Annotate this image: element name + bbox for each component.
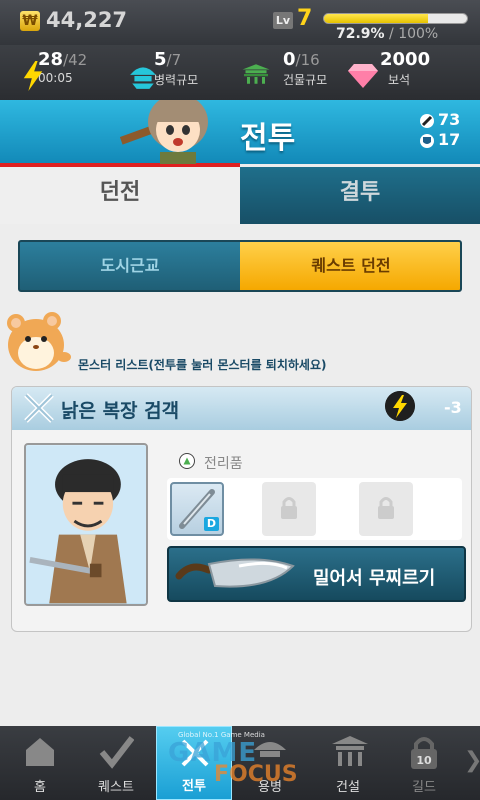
gems-value: 2000	[380, 49, 431, 70]
lock-icon	[281, 497, 297, 519]
attack-value: 73	[438, 110, 461, 129]
page-title: 전투	[240, 121, 296, 156]
tab-duel[interactable]: 결투	[240, 167, 480, 224]
resource-bar: 28/42 00:05 5/7 병력규모 0/16 건물규모 2000 보석	[0, 45, 480, 100]
attack-label: 밀어서 무찌르기	[313, 568, 436, 589]
loot-slot-dagger[interactable]: D	[170, 482, 224, 536]
lightning-icon	[23, 61, 43, 91]
xp-total: / 100%	[384, 26, 439, 42]
watermark-focus: FOCUS	[214, 762, 298, 787]
loot-label: 전리품	[204, 456, 243, 472]
loot-slot-locked	[359, 482, 413, 536]
monster-card-header: 낡은 복장 검객 -3	[12, 387, 471, 430]
nav-guild-label: 길드	[412, 780, 436, 795]
xp-percent: 72.9%	[336, 26, 385, 42]
troops-stat[interactable]: 5/7 병력규모	[130, 49, 199, 89]
xp-progress-bar	[323, 13, 468, 24]
nav-quest-label: 퀘스트	[98, 780, 134, 795]
battle-tabs: 던전 결투	[0, 167, 480, 224]
gems-label: 보석	[388, 73, 411, 87]
buildings-label: 건물규모	[283, 73, 328, 87]
troops-max: /7	[166, 51, 182, 69]
gold-icon: ₩	[20, 11, 40, 31]
troops-icon	[130, 67, 156, 89]
troops-label: 병력규모	[154, 73, 199, 87]
loot-slots: D	[167, 478, 462, 540]
swipe-attack-button[interactable]: 밀어서 무찌르기	[167, 546, 466, 602]
gems-stat[interactable]: 2000 보석	[348, 49, 431, 88]
stamina-max: /42	[63, 51, 88, 69]
level-label: Lv	[273, 12, 293, 29]
monster-portrait	[24, 443, 148, 606]
segment-city-outskirts[interactable]: 도시근교	[20, 242, 240, 290]
checkmark-icon	[99, 736, 134, 769]
player-avatar	[120, 100, 208, 164]
gold-amount: 44,227	[46, 8, 128, 32]
energy-cost-icon	[385, 391, 415, 421]
defense-stat: 17	[420, 130, 460, 149]
loot-icon	[179, 453, 195, 469]
shield-icon	[420, 133, 434, 148]
attack-stat: 73	[420, 110, 460, 129]
gem-icon	[348, 64, 378, 88]
xp-progress-fill	[324, 14, 429, 23]
level-value: 7	[297, 6, 313, 31]
building-icon	[332, 736, 368, 766]
xp-text: 72.9% / 100%	[336, 26, 438, 42]
nav-build[interactable]: 건설	[310, 726, 386, 800]
nav-guild: 10 길드	[386, 726, 462, 800]
top-status-bar: ₩ 44,227 Lv 7 72.9% / 100%	[0, 0, 480, 45]
building-icon	[242, 64, 270, 84]
crossed-swords-icon	[24, 393, 54, 423]
scimitar-icon	[175, 558, 295, 588]
guild-level-badge: 10	[416, 754, 432, 767]
nav-more-chevron-icon[interactable]: ❯	[464, 748, 480, 773]
nav-home[interactable]: 홈	[2, 726, 78, 800]
home-icon	[26, 738, 54, 766]
nav-quest[interactable]: 퀘스트	[78, 726, 154, 800]
tab-dungeon[interactable]: 던전	[0, 167, 240, 224]
nav-build-label: 건설	[336, 780, 360, 795]
segment-quest-dungeon[interactable]: 퀘스트 던전	[240, 242, 460, 290]
loot-slot-locked	[262, 482, 316, 536]
dungeon-type-selector: 도시근교 퀘스트 던전	[18, 240, 462, 292]
attack-icon	[420, 113, 434, 128]
stamina-stat[interactable]: 28/42 00:05	[23, 49, 88, 91]
lock-icon	[378, 497, 394, 519]
defense-value: 17	[438, 130, 461, 149]
buildings-value: 0	[283, 49, 296, 70]
monster-card: 낡은 복장 검객 -3 전리품 D 밀어서 무찌르기	[11, 386, 472, 632]
hamster-mascot-icon	[7, 312, 71, 371]
buildings-max: /16	[295, 51, 320, 69]
monster-name: 낡은 복장 검객	[61, 400, 180, 422]
nav-home-label: 홈	[34, 780, 46, 795]
buildings-stat[interactable]: 0/16 건물규모	[242, 49, 328, 88]
grade-badge: D	[204, 517, 219, 531]
energy-cost: -3	[444, 398, 462, 417]
monster-list-tip: 몬스터 리스트(전투를 눌러 몬스터를 퇴치하세요)	[78, 358, 327, 372]
